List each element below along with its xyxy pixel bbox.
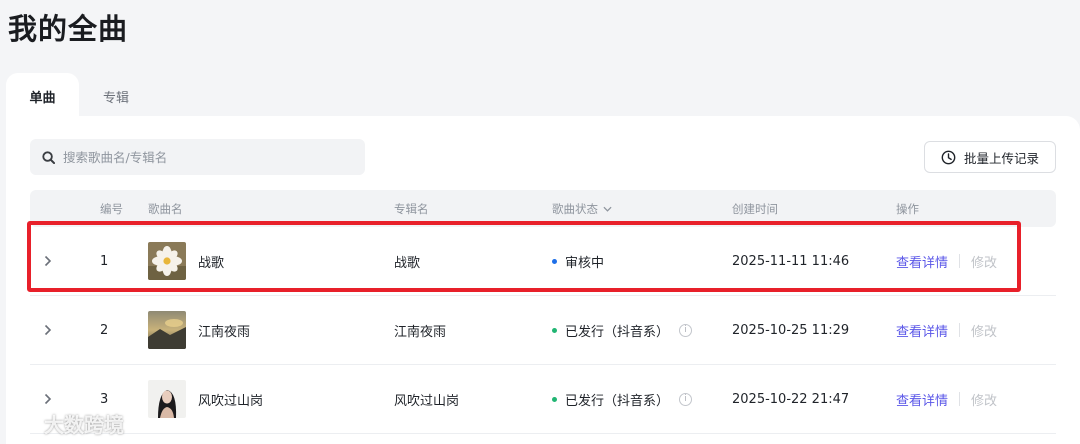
watermark-logo-icon [11,415,39,431]
info-icon[interactable]: i [679,323,693,337]
status-badge: 审核中 [552,227,604,295]
search-icon [42,150,55,164]
song-cover-image [148,365,186,433]
table-row: 2 江南夜雨 江南夜雨 已发行（抖音系） i 2025-10-25 11:29 … [30,296,1056,365]
expand-row-chevron-icon[interactable] [44,227,52,295]
row-number: 2 [100,322,109,338]
page-title: 我的全曲 [8,12,129,46]
status-badge: 已发行（抖音系） i [552,296,693,364]
clock-icon [941,150,956,164]
status-dot [552,327,557,333]
row-actions: 查看详情 修改 [896,365,997,433]
status-badge: 已发行（抖音系） i [552,365,693,433]
song-name: 风吹过山岗 [198,393,264,409]
batch-upload-label: 批量上传记录 [963,150,1039,166]
watermark: 大数跨境 [10,409,124,438]
row-actions: 查看详情 修改 [896,227,997,295]
table-row: 1 战歌 战歌 审核中 2025-11-11 11:46 查看详情 修改 [30,227,1056,296]
status-dot [552,396,557,402]
album-name: 江南夜雨 [394,324,447,340]
chevron-down-icon [603,206,612,212]
song-name: 战歌 [198,255,225,271]
song-name: 江南夜雨 [198,324,251,340]
created-time: 2025-11-11 11:46 [732,253,850,269]
table-header: 编号 歌曲名 专辑名 歌曲状态 创建时间 操作 [30,190,1056,227]
created-time: 2025-10-22 21:47 [732,391,850,407]
row-actions: 查看详情 修改 [896,296,997,364]
edit-link[interactable]: 修改 [971,321,997,340]
view-details-link[interactable]: 查看详情 [896,390,948,409]
status-text: 已发行（抖音系） [565,324,670,340]
divider [959,392,961,406]
song-cover-image [148,227,186,295]
header-song-name: 歌曲名 [148,202,183,216]
info-icon[interactable]: i [679,392,693,406]
expand-row-chevron-icon[interactable] [44,296,52,364]
row-number: 1 [100,253,109,269]
header-album-name: 专辑名 [394,202,429,216]
content-card: 批量上传记录 编号 歌曲名 专辑名 歌曲状态 创建时间 操作 1 [6,116,1080,444]
table-row: 3 风吹过山岗 风吹过山岗 已发行（抖音系） i 2025-10-22 21:4… [30,365,1056,434]
album-name: 风吹过山岗 [394,393,460,409]
header-created-time: 创建时间 [732,202,778,216]
search-box[interactable] [30,139,365,175]
divider [959,254,961,268]
header-status-filter[interactable]: 歌曲状态 [552,201,612,217]
status-text: 审核中 [565,255,605,271]
view-details-link[interactable]: 查看详情 [896,321,948,340]
album-name: 战歌 [394,255,421,271]
edit-link[interactable]: 修改 [971,390,997,409]
tab-singles[interactable]: 单曲 [6,73,79,119]
divider [959,323,961,337]
watermark-text: 大数跨境 [44,413,124,437]
created-time: 2025-10-25 11:29 [732,322,850,338]
view-details-link[interactable]: 查看详情 [896,252,948,271]
status-dot [552,258,557,264]
header-actions: 操作 [896,202,919,216]
search-input[interactable] [63,149,343,165]
tab-albums[interactable]: 专辑 [79,73,153,119]
header-status: 歌曲状态 [552,202,598,216]
status-text: 已发行（抖音系） [565,393,670,409]
batch-upload-records-button[interactable]: 批量上传记录 [924,141,1056,173]
song-cover-image [148,296,186,364]
edit-link[interactable]: 修改 [971,252,997,271]
header-number: 编号 [100,202,123,216]
